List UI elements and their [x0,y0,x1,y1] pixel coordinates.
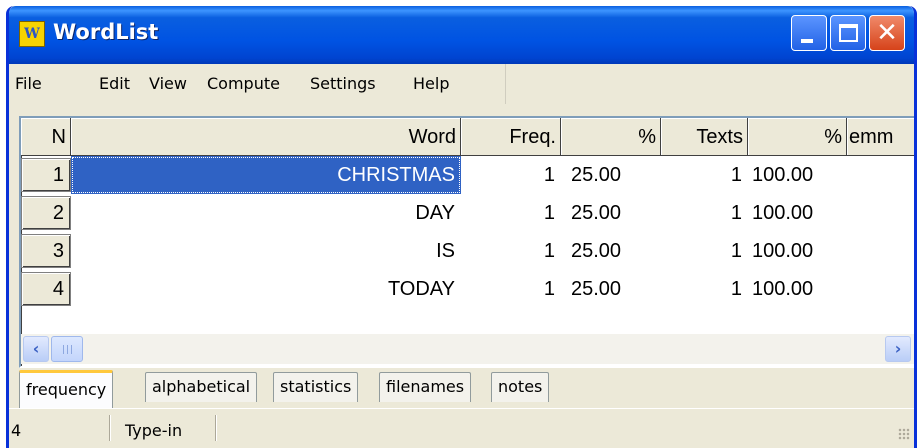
row-number[interactable]: 4 [21,272,71,306]
texts-cell[interactable]: 1 [661,156,748,194]
tab-filenames[interactable]: filenames [379,372,472,402]
horizontal-scrollbar[interactable]: ‹ › [21,334,914,364]
scroll-thumb[interactable] [51,336,83,362]
texts-cell[interactable]: 1 [661,270,748,308]
texts-percent-cell[interactable]: 100.00 [748,232,847,270]
status-bar: 4 Type-in [9,408,914,444]
wordlist-window: W WordList ✕ File Edit View Compute Sett… [6,6,917,448]
status-count: 4 [11,421,22,440]
menu-edit[interactable]: Edit [99,74,130,93]
texts-percent-cell[interactable]: 100.00 [748,194,847,232]
grip-icon [63,345,72,354]
tab-notes[interactable]: notes [491,372,550,402]
texts-percent-cell[interactable]: 100.00 [748,156,847,194]
close-button[interactable]: ✕ [869,15,905,51]
window-title: WordList [53,20,159,44]
menu-bar: File Edit View Compute Settings Help [9,64,914,104]
maximize-button[interactable] [830,15,866,51]
freq-cell[interactable]: 1 [461,232,561,270]
row-number[interactable]: 1 [21,158,71,192]
status-divider [109,415,111,441]
col-header-texts-percent[interactable]: % [748,118,847,156]
col-header-n[interactable]: N [21,118,71,156]
word-cell[interactable]: IS [71,232,461,270]
tab-frequency[interactable]: frequency [19,370,114,408]
chevron-right-icon: › [894,339,902,358]
word-grid[interactable]: N Word Freq. % Texts % emm 1 CHRISTMAS 1… [19,116,914,368]
word-cell[interactable]: CHRISTMAS [71,156,461,194]
status-divider [215,415,217,441]
status-mode: Type-in [125,421,183,440]
menu-view[interactable]: View [149,74,187,93]
resize-grip-icon[interactable] [898,428,910,440]
col-header-texts[interactable]: Texts [661,118,748,156]
menu-help[interactable]: Help [413,74,449,93]
texts-cell[interactable]: 1 [661,194,748,232]
percent-cell[interactable]: 25.00 [561,232,661,270]
col-header-percent[interactable]: % [561,118,661,156]
col-header-freq[interactable]: Freq. [461,118,561,156]
percent-cell[interactable]: 25.00 [561,270,661,308]
texts-percent-cell[interactable]: 100.00 [748,270,847,308]
row-number[interactable]: 3 [21,234,71,268]
word-cell[interactable]: TODAY [71,270,461,308]
tab-statistics[interactable]: statistics [273,372,359,402]
menu-compute[interactable]: Compute [207,74,280,93]
word-cell[interactable]: DAY [71,194,461,232]
minimize-icon [801,39,813,43]
freq-cell[interactable]: 1 [461,156,561,194]
scroll-right-button[interactable]: › [885,336,911,362]
scroll-left-button[interactable]: ‹ [23,336,49,362]
freq-cell[interactable]: 1 [461,194,561,232]
col-header-word[interactable]: Word [71,118,461,156]
menu-file[interactable]: File [15,74,42,93]
menu-settings[interactable]: Settings [310,74,376,93]
percent-cell[interactable]: 25.00 [561,156,661,194]
freq-cell[interactable]: 1 [461,270,561,308]
texts-cell[interactable]: 1 [661,232,748,270]
close-icon: ✕ [876,18,898,48]
maximize-icon [839,24,858,42]
tab-alphabetical[interactable]: alphabetical [145,372,258,402]
percent-cell[interactable]: 25.00 [561,194,661,232]
chevron-left-icon: ‹ [32,339,40,358]
col-header-extra[interactable]: emm [847,118,914,156]
row-number[interactable]: 2 [21,196,71,230]
minimize-button[interactable] [791,15,827,51]
wordlist-app-icon[interactable]: W [19,21,45,47]
title-bar[interactable]: W WordList ✕ [9,6,914,64]
view-tabs: frequency alphabetical statistics filena… [9,368,914,408]
